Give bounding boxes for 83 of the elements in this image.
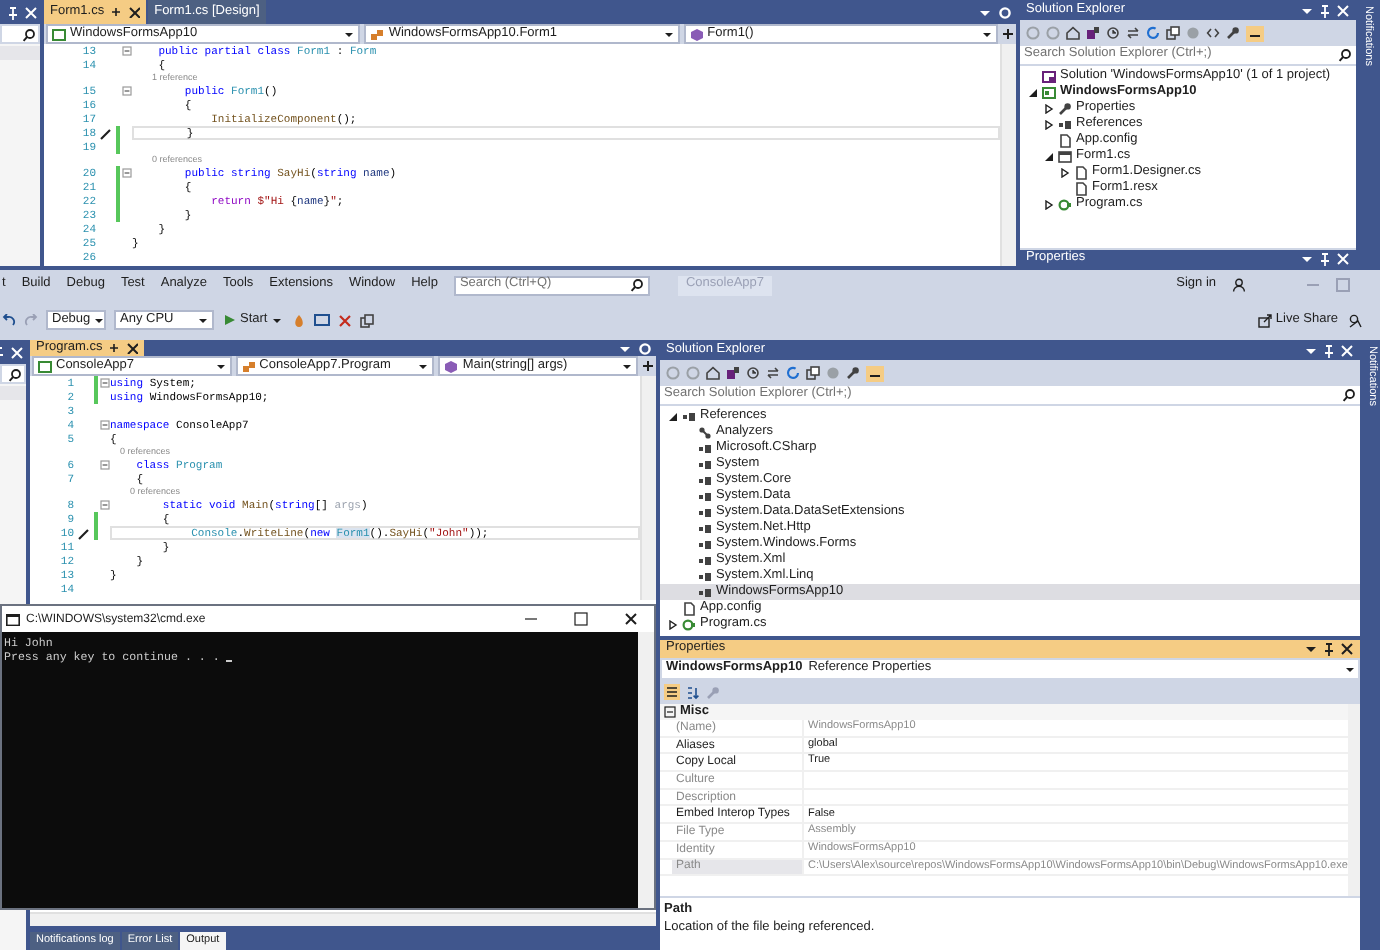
- copy-icon[interactable]: [359, 313, 374, 327]
- dropdown-icon: [418, 361, 429, 371]
- collapse-arrow-icon[interactable]: [668, 411, 678, 421]
- references-icon: [682, 409, 696, 423]
- dropdown-icon: [198, 315, 208, 325]
- expand-arrow-icon[interactable]: [1044, 103, 1054, 113]
- search-field[interactable]: [0, 364, 26, 384]
- dropdown-icon: [94, 315, 105, 325]
- dropdown-icon: [344, 29, 355, 39]
- wrench-icon[interactable]: [1226, 26, 1240, 40]
- vertical-scrollbar[interactable]: [1348, 704, 1360, 896]
- expand-arrow-icon[interactable]: [668, 619, 678, 629]
- undo-icon[interactable]: [2, 313, 16, 327]
- references-icon: [1058, 117, 1072, 131]
- categorized-icon[interactable]: [664, 684, 680, 700]
- dropdown-icon: [1346, 665, 1354, 673]
- expand-arrow-icon[interactable]: [1060, 167, 1070, 177]
- dropdown-icon[interactable]: [1304, 642, 1318, 656]
- feedback-icon[interactable]: [1348, 313, 1362, 327]
- search-icon: [22, 27, 36, 41]
- collapse-icon[interactable]: [664, 706, 676, 718]
- share-icon: [1257, 313, 1272, 327]
- sort-icon[interactable]: [686, 685, 700, 699]
- switch-views-icon[interactable]: [726, 366, 740, 380]
- search-icon: [8, 367, 22, 381]
- view-code-icon[interactable]: [1206, 26, 1220, 40]
- class-icon: [241, 359, 256, 373]
- sync-icon[interactable]: [766, 366, 780, 380]
- vertical-scrollbar[interactable]: [640, 376, 656, 600]
- search-icon: [629, 278, 644, 292]
- close-icon[interactable]: [624, 612, 638, 626]
- wrench-icon[interactable]: [846, 366, 860, 380]
- screen-icon[interactable]: [313, 313, 330, 327]
- close-icon[interactable]: [126, 342, 139, 354]
- form-icon: [1058, 149, 1072, 163]
- home-icon[interactable]: [706, 366, 720, 380]
- play-icon: [224, 314, 236, 326]
- project-icon: [1042, 85, 1056, 99]
- solution-icon: [1042, 69, 1056, 83]
- split-icon[interactable]: [642, 360, 655, 372]
- clock-icon[interactable]: [746, 366, 760, 380]
- collapse-all-icon[interactable]: [1166, 26, 1180, 40]
- analyzer-icon: [698, 425, 712, 439]
- sync-icon[interactable]: [1126, 26, 1140, 40]
- dropdown-icon: [663, 29, 674, 39]
- preview-icon[interactable]: [1246, 25, 1264, 41]
- home-icon[interactable]: [1066, 26, 1080, 40]
- collapse-arrow-icon[interactable]: [1044, 151, 1054, 161]
- pin-icon[interactable]: [108, 342, 121, 354]
- pin-icon[interactable]: [110, 6, 123, 18]
- search-icon: [1338, 48, 1352, 62]
- search-icon: [1342, 388, 1356, 402]
- expand-arrow-icon[interactable]: [1044, 199, 1054, 209]
- dropdown-icon: [271, 315, 282, 325]
- collapse-arrow-icon[interactable]: [1028, 87, 1038, 97]
- wrench-icon: [1058, 101, 1072, 115]
- minimize-icon[interactable]: [524, 612, 538, 626]
- horizontal-scrollbar[interactable]: [30, 912, 656, 926]
- settings-icon[interactable]: [638, 341, 652, 355]
- split-icon[interactable]: [1001, 28, 1014, 40]
- close-icon[interactable]: [1340, 642, 1354, 656]
- search-field[interactable]: [0, 24, 40, 44]
- person-icon[interactable]: [1232, 278, 1246, 292]
- text-cursor: [225, 659, 232, 662]
- code-file-icon: [1058, 197, 1072, 211]
- delete-icon[interactable]: [337, 313, 352, 327]
- class-icon: [370, 27, 385, 41]
- dropdown-icon: [215, 361, 226, 371]
- switch-views-icon[interactable]: [1086, 26, 1100, 40]
- refresh-icon[interactable]: [1146, 26, 1160, 40]
- file-icon: [1058, 133, 1072, 147]
- pin-icon[interactable]: [1322, 642, 1336, 656]
- vertical-scrollbar[interactable]: [1000, 44, 1016, 266]
- settings-icon[interactable]: [998, 5, 1012, 19]
- clock-icon[interactable]: [1106, 26, 1120, 40]
- vertical-scrollbar[interactable]: [638, 632, 654, 908]
- close-icon[interactable]: [128, 6, 141, 18]
- collapse-all-icon[interactable]: [806, 366, 820, 380]
- maximize-icon[interactable]: [574, 612, 588, 626]
- expand-arrow-icon[interactable]: [1044, 119, 1054, 129]
- preview-icon[interactable]: [866, 365, 884, 381]
- code-file-icon: [682, 617, 696, 631]
- refresh-icon[interactable]: [786, 366, 800, 380]
